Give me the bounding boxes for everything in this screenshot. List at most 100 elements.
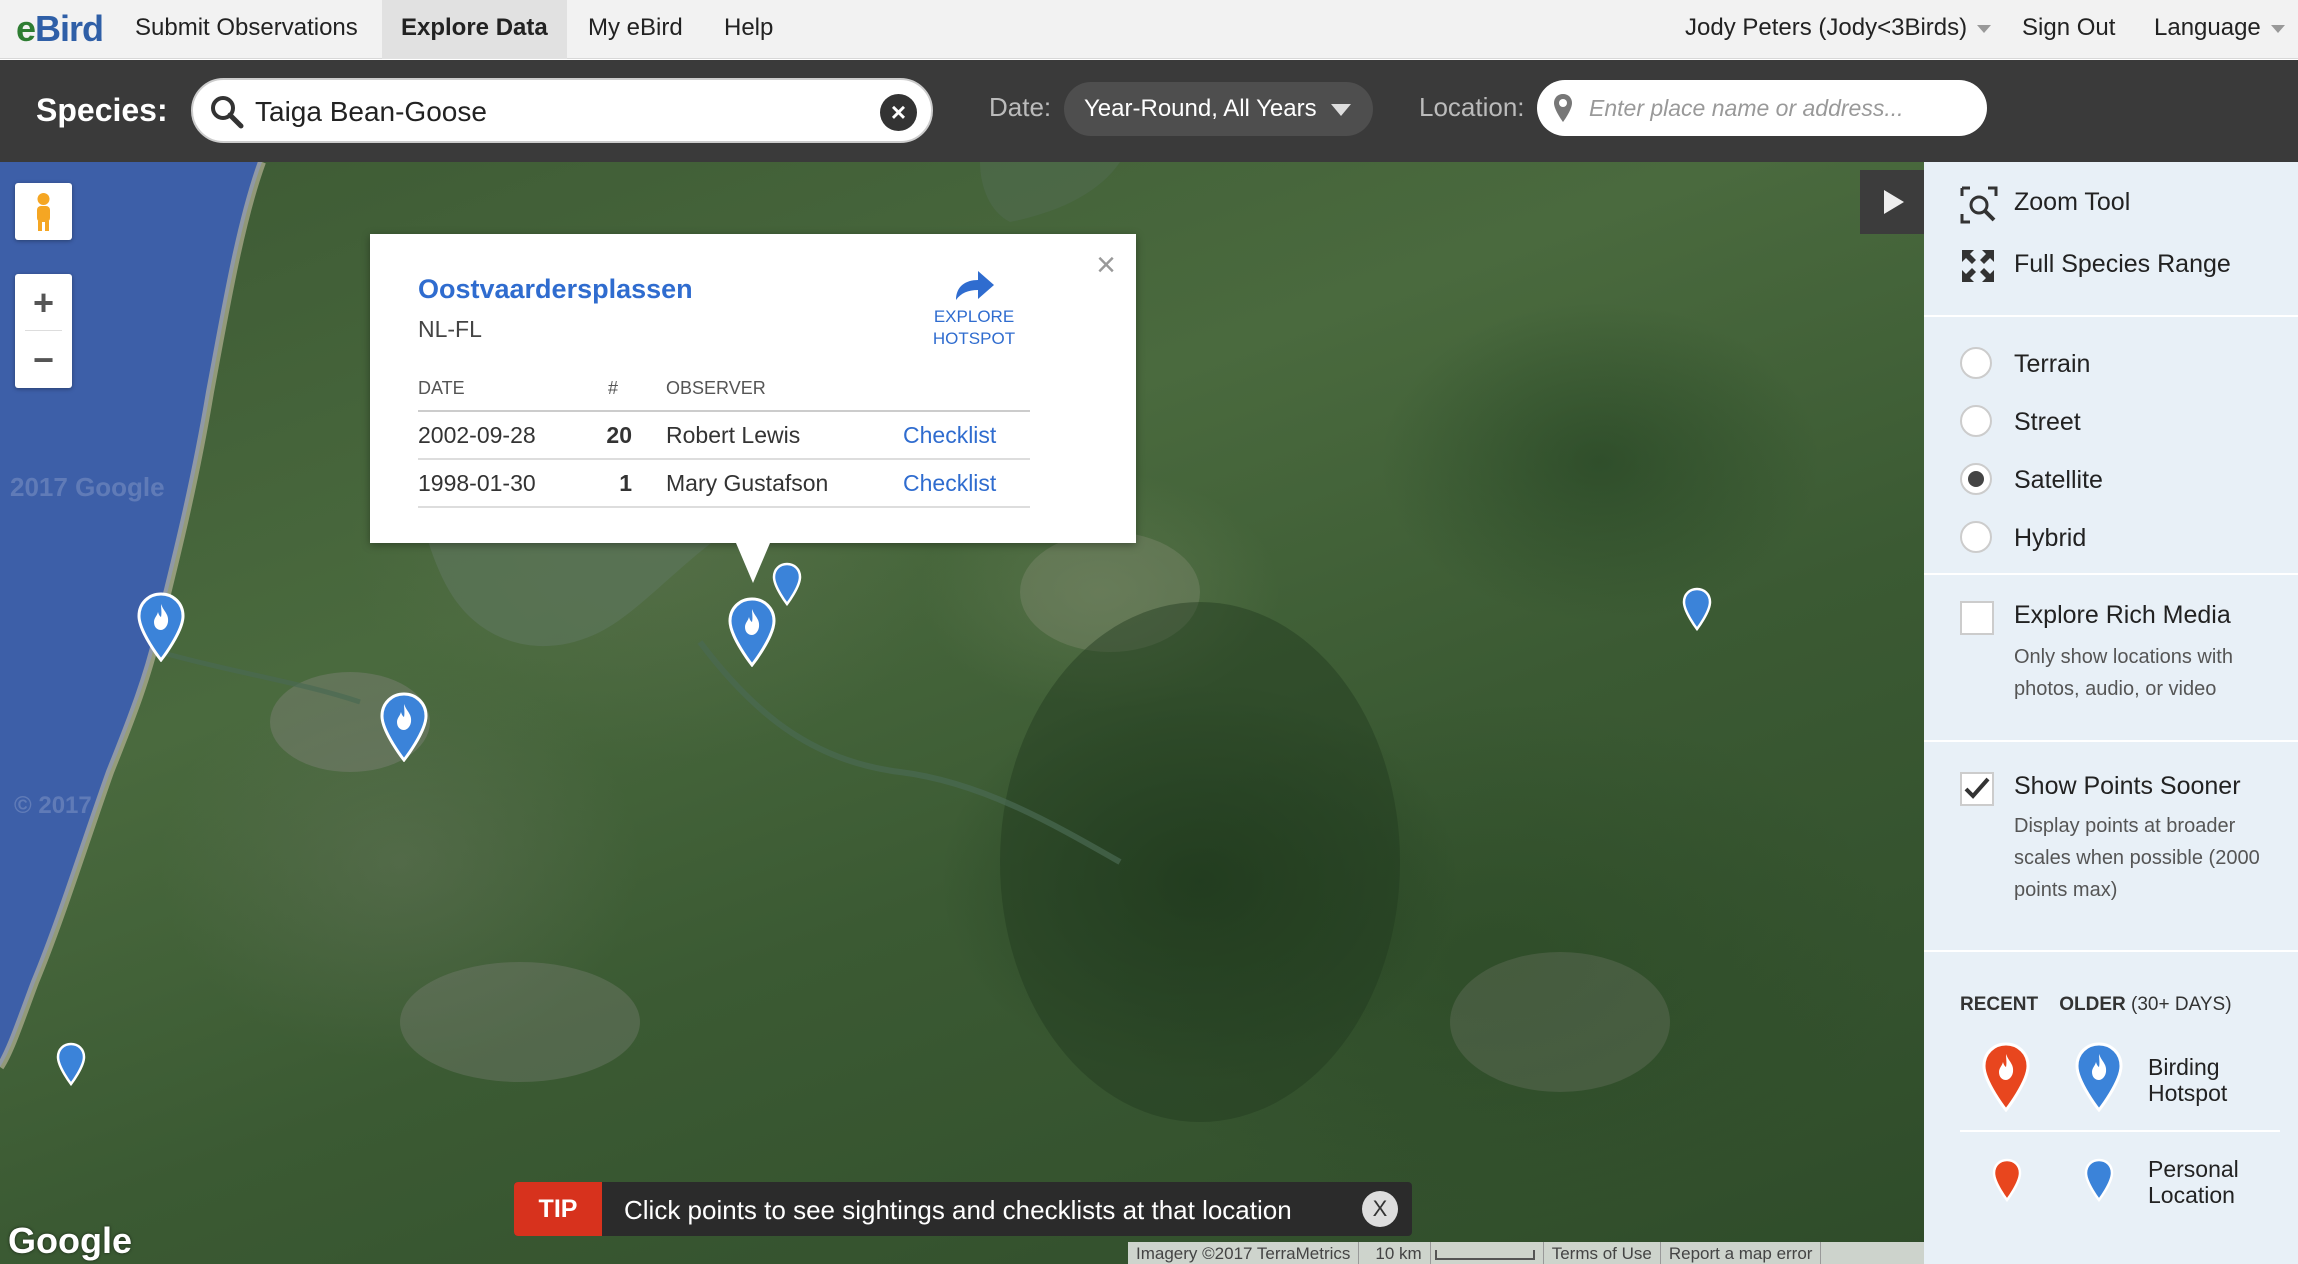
hybrid-label[interactable]: Hybrid	[2014, 524, 2086, 553]
table-row: 2002-09-28 20 Robert Lewis Checklist	[418, 412, 1030, 460]
satellite-label[interactable]: Satellite	[2014, 466, 2103, 495]
location-search-box[interactable]	[1537, 80, 1987, 136]
date-select[interactable]: Year-Round, All Years	[1064, 82, 1373, 136]
share-arrow-icon	[956, 271, 994, 300]
points-sooner-label[interactable]: Show Points Sooner	[2014, 772, 2241, 801]
personal-location-pin[interactable]	[772, 562, 802, 606]
legend-header: RECENT OLDER (30+ DAYS)	[1960, 994, 2232, 1016]
nav-my-ebird[interactable]: My eBird	[588, 0, 683, 59]
map-type-section: Terrain Street Satellite Hybrid	[1924, 317, 2298, 575]
rich-media-section: Explore Rich Media Only show locations w…	[1924, 575, 2298, 742]
nav-explore-data[interactable]: Explore Data	[382, 0, 567, 59]
nav-submit-observations[interactable]: Submit Observations	[135, 0, 358, 59]
zoom-tool-icon	[1960, 186, 1998, 224]
close-icon[interactable]: ×	[1096, 246, 1116, 285]
tip-close-button[interactable]: X	[1362, 1191, 1398, 1227]
user-name: Jody Peters (Jody<3Birds)	[1685, 14, 1968, 41]
tip-badge: TIP	[514, 1182, 602, 1236]
legend-hotspot-label: Birding Hotspot	[2148, 1054, 2227, 1106]
sightings-table: DATE # OBSERVER 2002-09-28 20 Robert Lew…	[418, 372, 1030, 508]
row-count: 1	[619, 470, 632, 496]
nav-help[interactable]: Help	[724, 0, 773, 59]
language-menu[interactable]: Language	[2154, 0, 2285, 59]
rich-media-description: Only show locations with photos, audio, …	[2014, 646, 2233, 700]
zoom-control: + −	[15, 274, 72, 388]
scale-bar	[1434, 1249, 1535, 1260]
chevron-down-icon	[1331, 104, 1351, 116]
radio-terrain[interactable]	[1960, 347, 1992, 379]
sign-out-link[interactable]: Sign Out	[2022, 0, 2115, 59]
terms-link[interactable]: Terms of Use	[1544, 1242, 1661, 1264]
tip-text: Click points to see sightings and checkl…	[624, 1195, 1292, 1225]
chevron-down-icon	[2270, 24, 2285, 33]
location-input[interactable]	[1589, 90, 1969, 126]
hotspot-pin[interactable]	[380, 692, 428, 762]
rich-media-label[interactable]: Explore Rich Media	[2014, 601, 2231, 630]
column-header-date: DATE	[418, 378, 465, 398]
row-date: 1998-01-30	[418, 470, 536, 496]
hotspot-title-link[interactable]: Oostvaardersplassen	[418, 274, 693, 305]
rich-media-checkbox[interactable]	[1960, 601, 1994, 635]
date-value: Year-Round, All Years	[1084, 95, 1317, 122]
checkmark-icon	[1964, 777, 1990, 799]
expand-arrows-icon	[1962, 250, 1994, 282]
map-watermark: © 2017	[14, 792, 92, 819]
legend-older-note: (30+ DAYS)	[2131, 994, 2232, 1015]
hotspot-pin-selected[interactable]	[728, 597, 776, 667]
ebird-logo[interactable]: eBird	[16, 8, 104, 50]
language-label: Language	[2154, 14, 2261, 41]
location-label: Location:	[1419, 92, 1525, 122]
legend-personal-label: Personal Location	[2148, 1156, 2239, 1208]
location-pin-icon	[1554, 94, 1572, 122]
street-label[interactable]: Street	[2014, 408, 2081, 437]
recent-personal-pin-icon	[1992, 1158, 2022, 1202]
legend-hotspot-line2: Hotspot	[2148, 1080, 2228, 1106]
map-options-panel: Zoom Tool Full Species Range Terrain Str…	[1924, 162, 2298, 1264]
personal-location-pin[interactable]	[1682, 587, 1712, 631]
top-navigation: eBird Submit Observations Explore Data M…	[0, 0, 2298, 59]
table-row: 1998-01-30 1 Mary Gustafson Checklist	[418, 460, 1030, 508]
play-arrow-icon	[1884, 190, 1904, 214]
terrain-label[interactable]: Terrain	[2014, 350, 2090, 379]
search-icon	[211, 96, 244, 129]
column-header-count: #	[608, 378, 619, 398]
map-scale[interactable]: 10 km	[1359, 1242, 1544, 1264]
explore-label-1: EXPLORE	[933, 307, 1015, 326]
row-observer: Mary Gustafson	[666, 470, 829, 496]
radio-street[interactable]	[1960, 405, 1992, 437]
hotspot-pin[interactable]	[137, 592, 185, 662]
map-attribution: Imagery ©2017 TerraMetrics 10 km Terms of …	[1128, 1242, 1924, 1264]
checklist-link[interactable]: Checklist	[903, 422, 996, 449]
radio-satellite[interactable]	[1960, 463, 1992, 495]
date-label: Date:	[989, 92, 1052, 122]
street-view-pegman-icon[interactable]	[15, 183, 72, 240]
explore-label-2: HOTSPOT	[932, 329, 1016, 348]
explore-hotspot-button[interactable]: EXPLORE HOTSPOT	[914, 268, 1034, 350]
panel-collapse-button[interactable]	[1860, 170, 1924, 234]
chevron-down-icon	[1977, 24, 1992, 33]
zoom-in-button[interactable]: +	[15, 274, 72, 331]
column-header-observer: OBSERVER	[666, 378, 766, 398]
recent-hotspot-pin-icon	[1982, 1042, 2030, 1112]
report-error-link[interactable]: Report a map error	[1661, 1242, 1822, 1264]
hotspot-popup: × Oostvaardersplassen NL-FL EXPLORE HOTS…	[370, 234, 1136, 583]
points-sooner-description: Display points at broader scales when po…	[2014, 815, 2260, 901]
points-sooner-checkbox[interactable]	[1960, 772, 1994, 806]
user-menu[interactable]: Jody Peters (Jody<3Birds)	[1685, 0, 1992, 59]
radio-hybrid[interactable]	[1960, 521, 1992, 553]
clear-icon[interactable]: ×	[880, 94, 917, 131]
scale-label: 10 km	[1367, 1242, 1431, 1264]
satellite-map[interactable]: 2017 Google © 2017 + − × Oostvaarderspla…	[0, 162, 1924, 1264]
species-input[interactable]	[255, 90, 855, 134]
map-watermark: 2017 Google	[10, 472, 165, 502]
legend-personal-line2: Location	[2148, 1182, 2235, 1208]
points-sooner-section: Show Points Sooner Display points at bro…	[1924, 742, 2298, 952]
full-species-range-label: Full Species Range	[2014, 250, 2231, 278]
checklist-link[interactable]: Checklist	[903, 470, 996, 497]
legend-personal-line1: Personal	[2148, 1156, 2239, 1182]
older-personal-pin-icon	[2084, 1158, 2114, 1202]
species-search-box[interactable]: ×	[191, 78, 933, 143]
personal-location-pin[interactable]	[56, 1042, 86, 1086]
older-hotspot-pin-icon	[2075, 1042, 2123, 1112]
zoom-out-button[interactable]: −	[15, 331, 72, 388]
